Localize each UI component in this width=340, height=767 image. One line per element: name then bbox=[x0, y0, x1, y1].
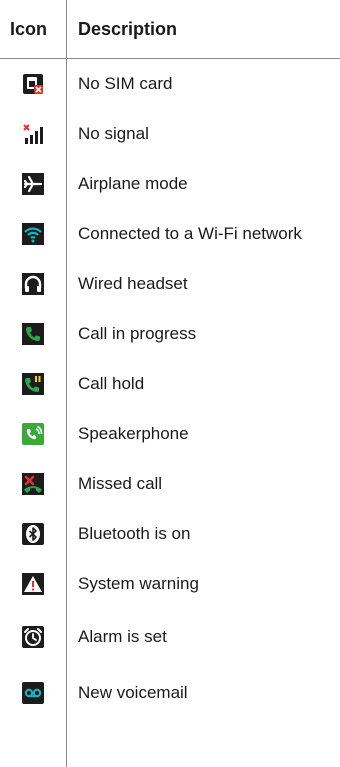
table-row: Airplane mode bbox=[0, 159, 340, 209]
speakerphone-icon bbox=[22, 423, 44, 445]
table-row: Alarm is set bbox=[0, 609, 340, 665]
table-row: Bluetooth is on bbox=[0, 509, 340, 559]
wifi-icon bbox=[22, 223, 44, 245]
row-label: New voicemail bbox=[78, 683, 188, 702]
row-label: Speakerphone bbox=[78, 424, 189, 443]
bluetooth-icon bbox=[22, 523, 44, 545]
headset-icon bbox=[22, 273, 44, 295]
table-row: Speakerphone bbox=[0, 409, 340, 459]
row-label: Alarm is set bbox=[78, 627, 167, 646]
table-row: Call hold bbox=[0, 359, 340, 409]
row-label: No signal bbox=[78, 124, 149, 143]
header-icon-column: Icon bbox=[10, 18, 48, 39]
table-row: Wired headset bbox=[0, 259, 340, 309]
row-label: Missed call bbox=[78, 474, 163, 493]
table-row: System warning bbox=[0, 559, 340, 609]
call-hold-icon bbox=[22, 373, 44, 395]
row-label: Airplane mode bbox=[78, 174, 188, 193]
table-row: No SIM card bbox=[0, 59, 340, 109]
row-label: No SIM card bbox=[78, 74, 173, 93]
call-in-progress-icon bbox=[22, 323, 44, 345]
row-label: Call in progress bbox=[78, 324, 197, 343]
alarm-icon bbox=[22, 626, 44, 648]
row-label: Wired headset bbox=[78, 274, 188, 293]
no-sim-card-icon bbox=[22, 73, 44, 95]
status-icon-table: Icon Description No SIM card No signal A… bbox=[0, 0, 340, 721]
header-description-column: Description bbox=[78, 18, 178, 39]
table-row: Call in progress bbox=[0, 309, 340, 359]
column-divider bbox=[66, 0, 67, 767]
missed-call-icon bbox=[22, 473, 44, 495]
row-label: Bluetooth is on bbox=[78, 524, 191, 543]
row-label: Call hold bbox=[78, 374, 145, 393]
table-row: Connected to a Wi-Fi network bbox=[0, 209, 340, 259]
table-row: Missed call bbox=[0, 459, 340, 509]
table-row: New voicemail bbox=[0, 665, 340, 721]
row-label: Connected to a Wi-Fi network bbox=[78, 224, 302, 243]
row-label: System warning bbox=[78, 574, 199, 593]
table-header: Icon Description bbox=[0, 0, 340, 59]
table-row: No signal bbox=[0, 109, 340, 159]
airplane-mode-icon bbox=[22, 173, 44, 195]
no-signal-icon bbox=[22, 123, 44, 145]
warning-icon bbox=[22, 573, 44, 595]
voicemail-icon bbox=[22, 682, 44, 704]
